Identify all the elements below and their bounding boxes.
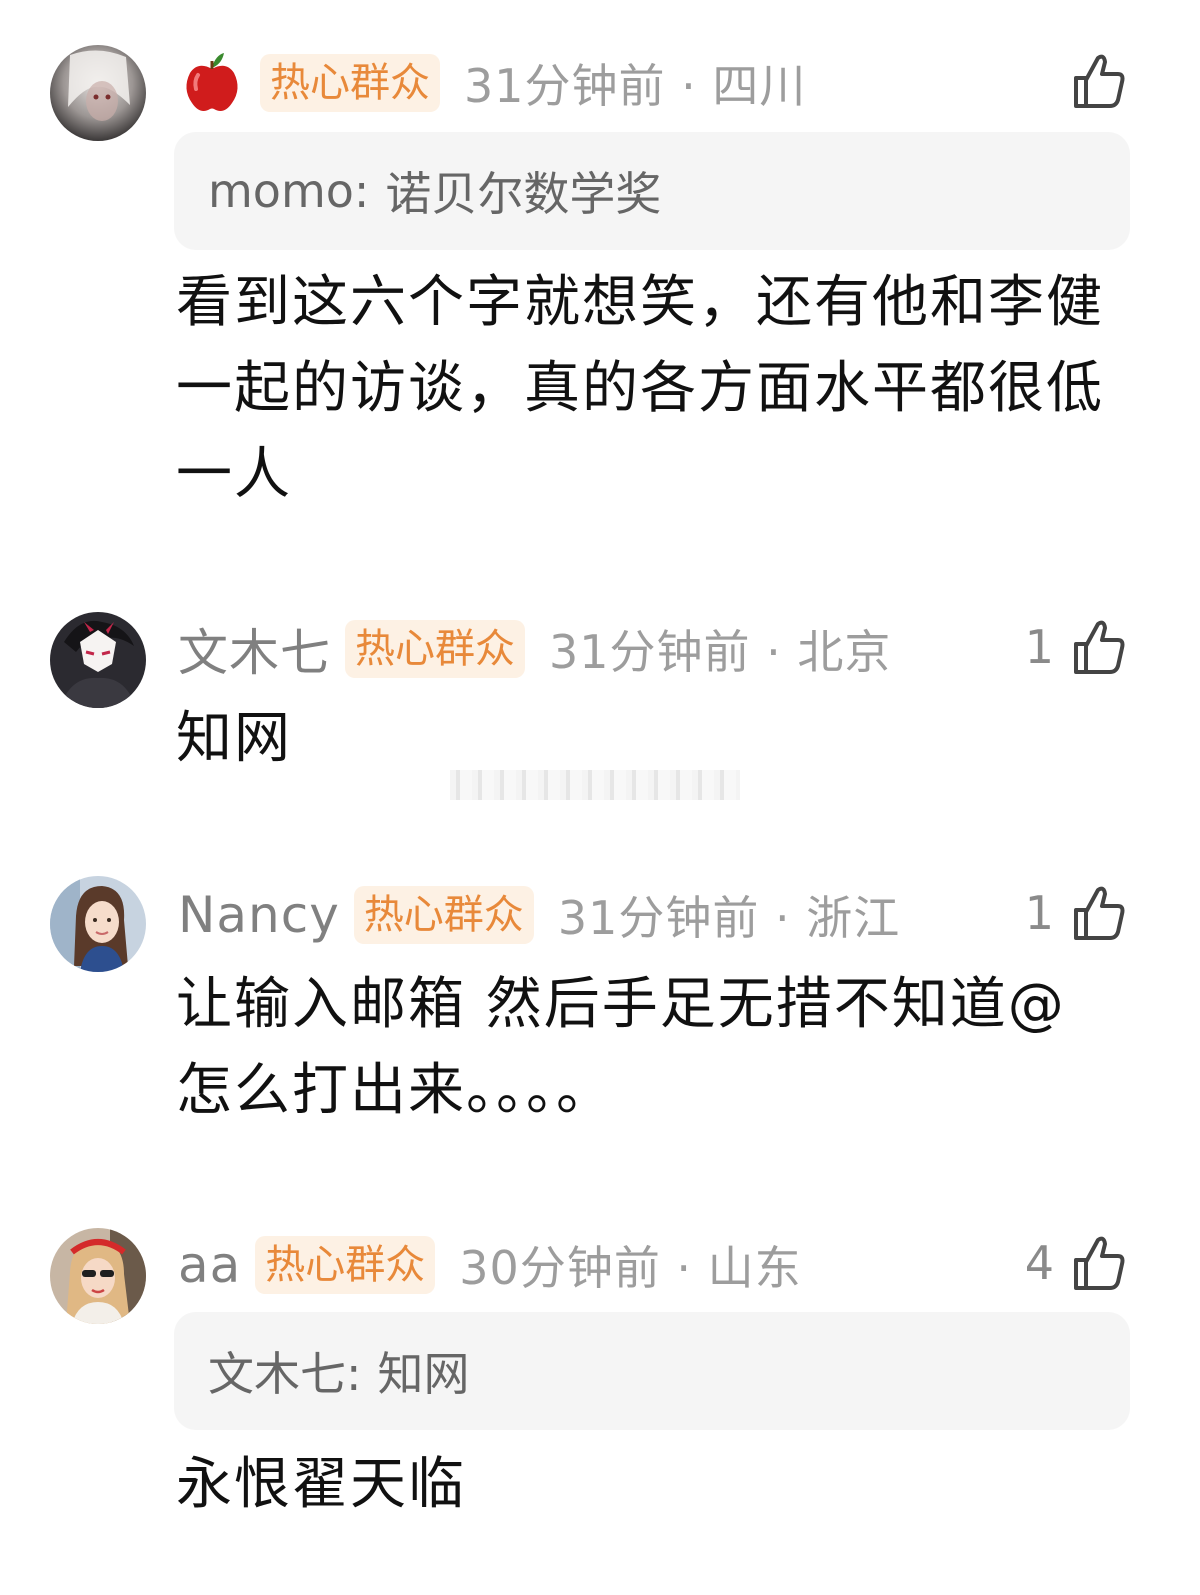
comment-meta: 31分钟前 · 北京 — [549, 625, 892, 679]
like-count: 1 — [1024, 886, 1054, 940]
avatar[interactable] — [50, 876, 146, 972]
quoted-reply[interactable]: momo: 诺贝尔数学奖 — [174, 132, 1130, 250]
quoted-reply[interactable]: 文木七: 知网 — [174, 1312, 1130, 1430]
comment-meta: 31分钟前 · 浙江 — [557, 891, 901, 945]
thumbs-up-icon — [1074, 886, 1125, 940]
avatar[interactable] — [50, 1228, 146, 1324]
avatar[interactable] — [50, 612, 146, 708]
username[interactable]: 文木七 — [178, 613, 331, 685]
comment-body: 永恨翟天临 — [176, 1452, 466, 1517]
avatar[interactable] — [50, 45, 146, 141]
avatar-image — [50, 876, 146, 972]
comment-meta: 30分钟前 · 山东 — [459, 1241, 802, 1295]
avatar-image — [50, 1228, 146, 1324]
like-button[interactable] — [1072, 46, 1126, 116]
user-badge: 热心群众 — [255, 1236, 436, 1294]
quote-text: 知网 — [377, 1347, 470, 1401]
comment-header: aa 热心群众 30分钟前 · 山东 — [178, 1230, 802, 1300]
comment-item: Nancy 热心群众 31分钟前 · 浙江 1 让输入邮箱 然后手足无措不知道@… — [0, 866, 1200, 1166]
comment-item: aa 热心群众 30分钟前 · 山东 4 文木七: 知网 永恨翟天临 — [0, 1216, 1200, 1546]
comment-header: 文木七 热心群众 31分钟前 · 北京 — [178, 614, 891, 684]
like-button[interactable]: 4 — [1025, 1228, 1126, 1298]
comment-header: Nancy 热心群众 31分钟前 · 浙江 — [178, 880, 900, 950]
comment-meta: 31分钟前 · 四川 — [464, 59, 807, 113]
comment-body: 让输入邮箱 然后手足无措不知道@怎么打出来。。。。 — [176, 972, 1066, 1123]
comment-body: 看到这六个字就想笑，还有他和李健一起的访谈，真的各方面水平都很低一人 — [176, 270, 1104, 507]
like-button[interactable]: 1 — [1025, 612, 1126, 682]
thumbs-up-icon — [1074, 620, 1125, 674]
username[interactable]: Nancy — [178, 886, 340, 944]
blurred-watermark — [450, 770, 740, 800]
like-count: 1 — [1024, 620, 1054, 674]
comment-item: 热心群众 31分钟前 · 四川 momo: 诺贝尔数学奖 看到这六个字就想笑，还… — [0, 0, 1200, 560]
avatar-image — [50, 45, 146, 141]
username[interactable]: aa — [178, 1236, 241, 1294]
quote-author: 文木七: — [208, 1347, 362, 1401]
user-badge: 热心群众 — [353, 886, 534, 944]
like-button[interactable]: 1 — [1025, 878, 1126, 948]
thumbs-up-icon — [1074, 1236, 1125, 1290]
avatar-image — [50, 612, 146, 708]
apple-icon — [186, 53, 238, 111]
quote-text: 诺贝尔数学奖 — [385, 167, 662, 221]
quote-author: momo: — [208, 164, 370, 218]
thumbs-up-icon — [1074, 54, 1125, 108]
comment-header: 热心群众 31分钟前 · 四川 — [178, 48, 806, 118]
user-badge: 热心群众 — [345, 620, 525, 678]
user-badge: 热心群众 — [260, 54, 440, 112]
like-count: 4 — [1024, 1236, 1054, 1290]
